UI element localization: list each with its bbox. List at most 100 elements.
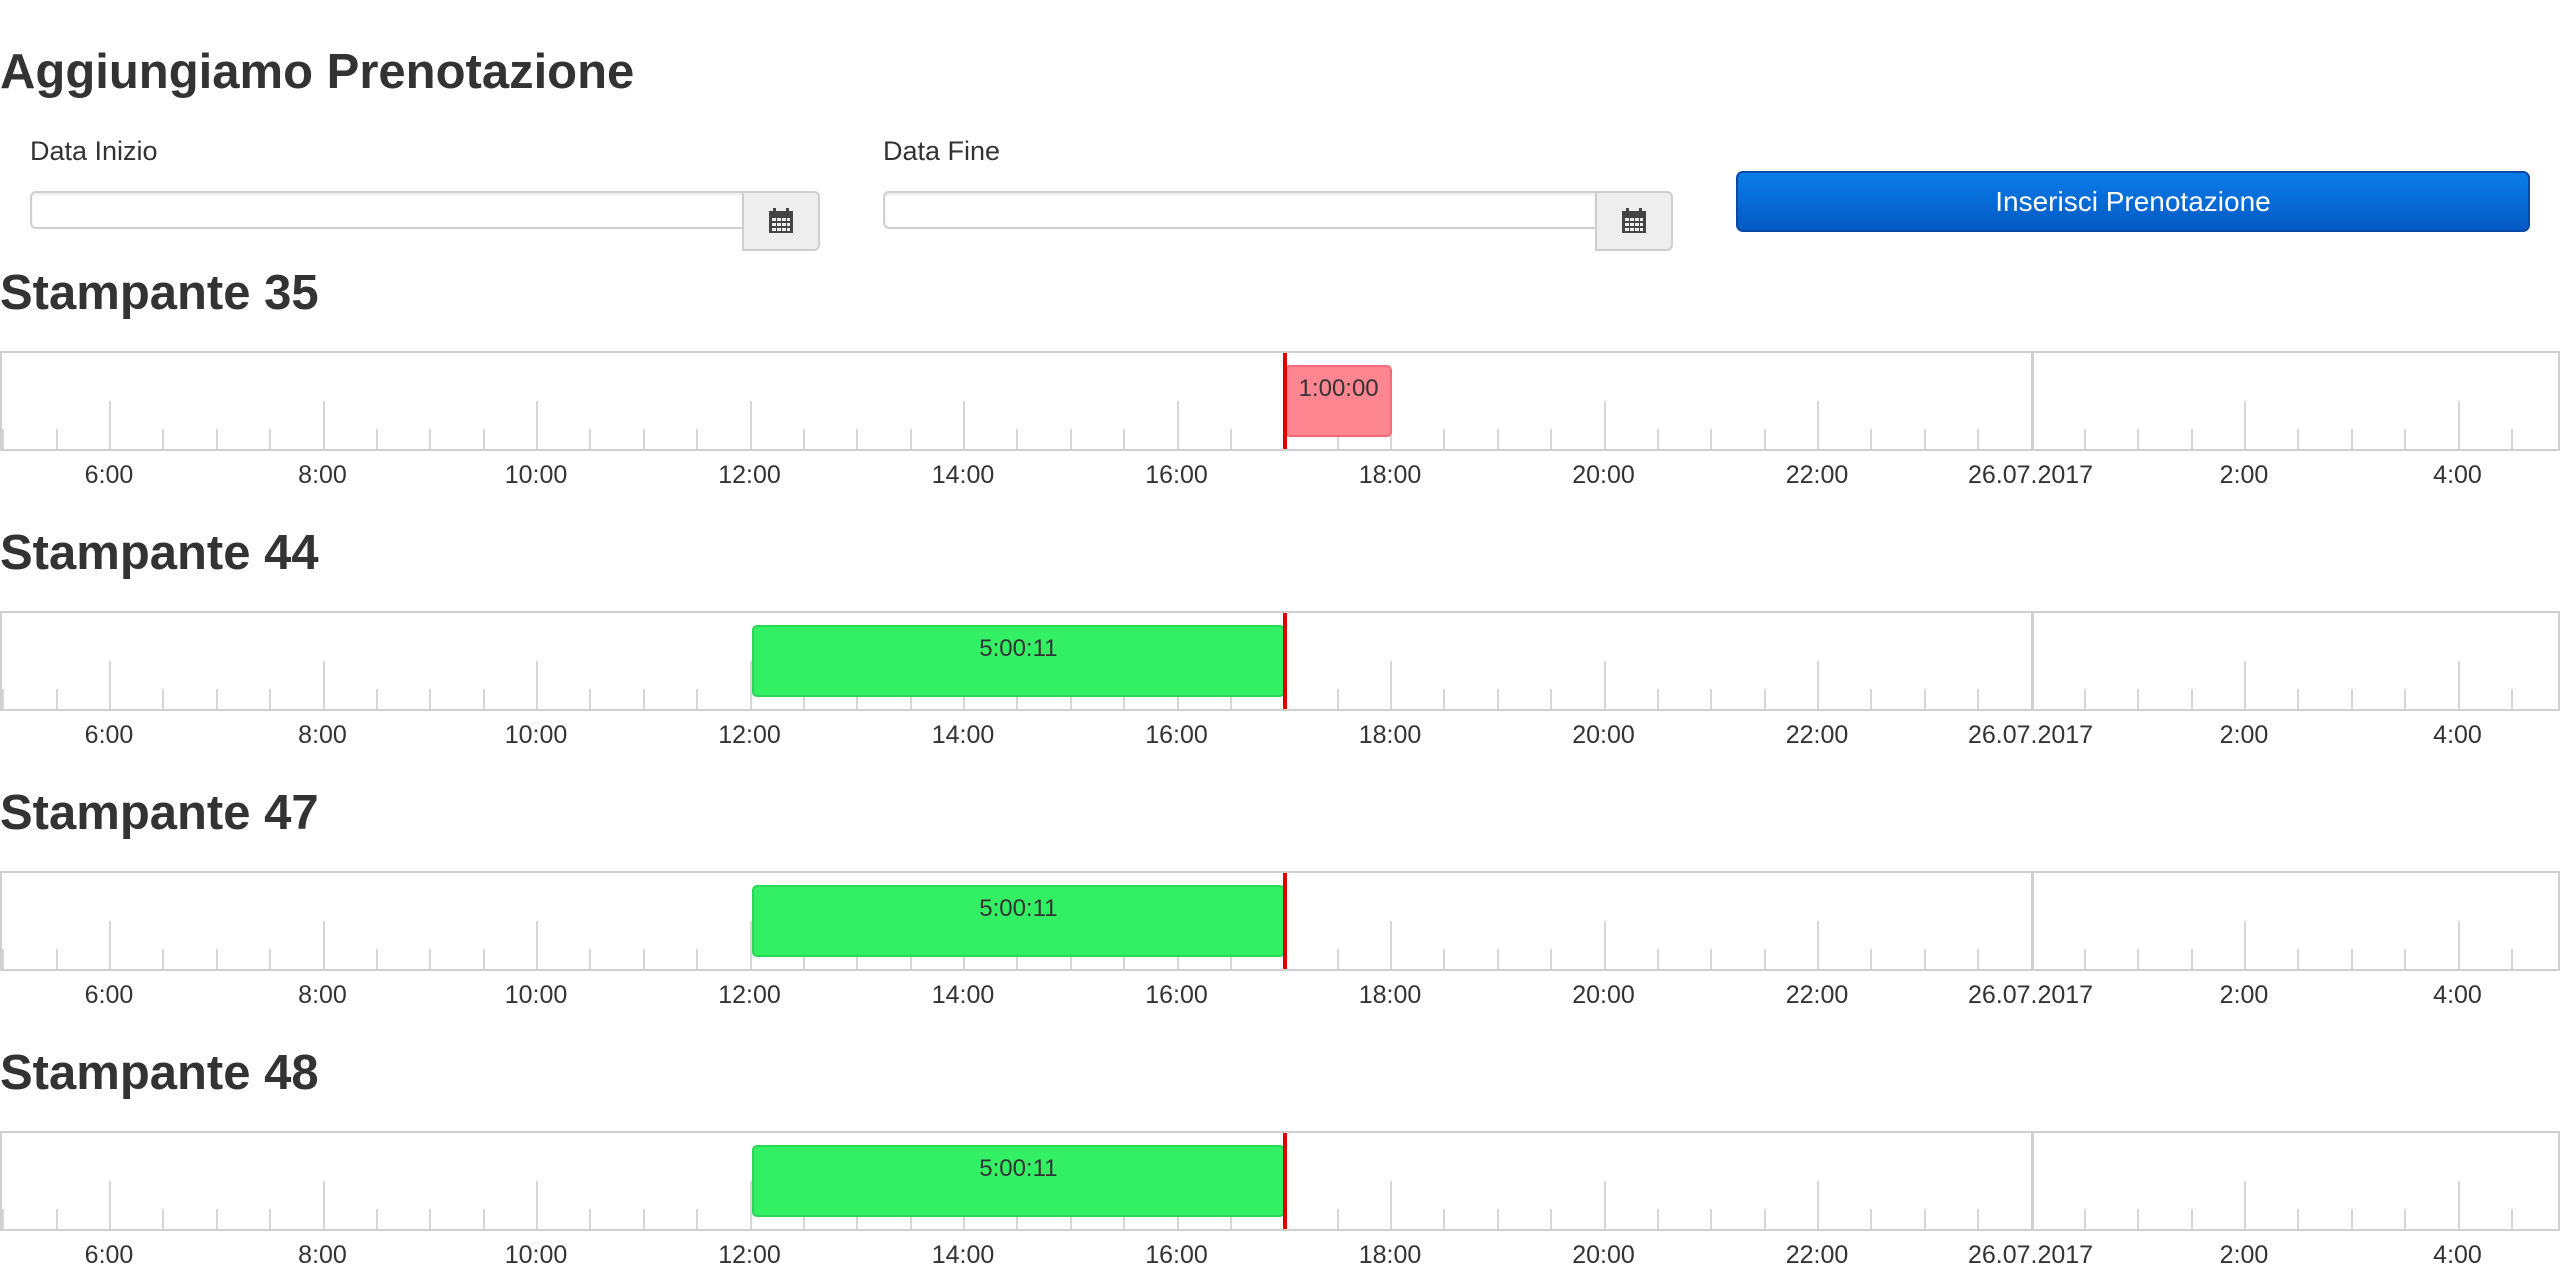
page-title: Aggiungiamo Prenotazione (0, 45, 635, 99)
axis-tick-label: 20:00 (1572, 721, 1635, 749)
major-tick (749, 401, 752, 449)
axis-tick-label: 12:00 (718, 461, 781, 489)
minor-tick (55, 1209, 58, 1229)
major-tick (322, 661, 325, 709)
axis-tick-label: 22:00 (1785, 721, 1849, 749)
axis-tick-label: 22:00 (1785, 1241, 1849, 1269)
minor-tick (2137, 429, 2140, 449)
axis-tick-label: 26.07.2017 (1967, 721, 2094, 749)
minor-tick (2, 1209, 5, 1229)
major-tick (1817, 661, 1819, 709)
axis-tick-label: 10:00 (504, 721, 568, 749)
minor-tick (1496, 949, 1499, 969)
minor-tick (1977, 949, 1980, 969)
axis-tick-label: 10:00 (504, 981, 568, 1009)
minor-tick (2510, 1209, 2513, 1229)
day-divider (2030, 353, 2034, 449)
major-tick (1603, 661, 1606, 709)
minor-tick (2137, 1209, 2140, 1229)
end-date-calendar-button[interactable] (1595, 191, 1673, 251)
minor-tick (2510, 429, 2513, 449)
axis-tick-label: 4:00 (2433, 1241, 2482, 1269)
minor-tick (2190, 689, 2193, 709)
axis-tick-label: 6:00 (84, 721, 134, 749)
major-tick (109, 401, 111, 449)
major-tick (2457, 921, 2460, 969)
time-axis: 6:00 8:00 10:00 12:00 14:00 16:00 18:00 20:00 22… (0, 458, 2560, 492)
axis-tick-label: 4:00 (2433, 981, 2482, 1009)
current-time-marker (1283, 353, 1288, 449)
start-date-input[interactable] (30, 191, 744, 229)
axis-tick-label: 8:00 (298, 1241, 347, 1269)
major-tick (536, 1181, 538, 1229)
start-date-calendar-button[interactable] (742, 191, 820, 251)
minor-tick (269, 949, 272, 969)
booking-duration: 1:00:00 (1298, 375, 1379, 402)
minor-tick (1496, 429, 1499, 449)
minor-tick (1763, 1209, 1766, 1229)
axis-tick-label: 26.07.2017 (1967, 461, 2094, 489)
axis-tick-label: 14:00 (931, 461, 995, 489)
minor-tick (482, 1209, 485, 1229)
minor-tick (1496, 1209, 1499, 1229)
minor-tick (55, 429, 58, 449)
major-tick (2244, 1181, 2246, 1229)
axis-tick-label: 16:00 (1145, 461, 1208, 489)
minor-tick (1710, 429, 1713, 449)
minor-tick (375, 1209, 378, 1229)
minor-tick (589, 429, 592, 449)
printer-timeline[interactable]: 1:00:00 (0, 351, 2560, 451)
axis-tick-label: 18:00 (1358, 461, 1422, 489)
axis-tick-label: 8:00 (298, 461, 347, 489)
major-tick (1817, 1181, 1819, 1229)
major-tick (1176, 401, 1179, 449)
printer-timeline[interactable]: 5:00:11 (0, 1131, 2560, 1231)
axis-tick-label: 20:00 (1572, 981, 1635, 1009)
booking-duration: 5:00:11 (979, 1155, 1058, 1182)
booking-item[interactable]: 5:00:11 (751, 1145, 1286, 1217)
major-tick (1390, 661, 1392, 709)
minor-tick (2404, 429, 2407, 449)
calendar-icon (1622, 208, 1646, 233)
minor-tick (1870, 689, 1873, 709)
printer-timeline[interactable]: 5:00:11 (0, 871, 2560, 971)
minor-tick (1977, 429, 1980, 449)
minor-tick (2190, 949, 2193, 969)
major-tick (1390, 1181, 1392, 1229)
minor-tick (1229, 429, 1232, 449)
axis-tick-label: 8:00 (298, 981, 347, 1009)
booking-item[interactable]: 1:00:00 (1285, 365, 1392, 437)
minor-tick (1710, 689, 1713, 709)
minor-tick (429, 689, 432, 709)
major-tick (1603, 401, 1606, 449)
minor-tick (1923, 1209, 1926, 1229)
minor-tick (642, 1209, 645, 1229)
axis-tick-label: 14:00 (931, 1241, 995, 1269)
minor-tick (375, 689, 378, 709)
axis-tick-label: 20:00 (1572, 461, 1635, 489)
minor-tick (1870, 1209, 1873, 1229)
printer-timeline[interactable]: 5:00:11 (0, 611, 2560, 711)
minor-tick (2297, 689, 2300, 709)
major-tick (1390, 921, 1392, 969)
start-date-label: Data Inizio (30, 136, 158, 166)
minor-tick (482, 689, 485, 709)
minor-tick (1763, 689, 1766, 709)
end-date-input[interactable] (883, 191, 1597, 229)
axis-tick-label: 12:00 (718, 1241, 781, 1269)
minor-tick (2297, 429, 2300, 449)
major-tick (536, 921, 538, 969)
axis-tick-label: 16:00 (1145, 1241, 1208, 1269)
minor-tick (429, 429, 432, 449)
booking-item[interactable]: 5:00:11 (751, 885, 1286, 957)
insert-booking-button[interactable]: Inserisci Prenotazione (1736, 171, 2530, 232)
minor-tick (2350, 949, 2353, 969)
booking-item[interactable]: 5:00:11 (751, 625, 1286, 697)
minor-tick (1443, 689, 1446, 709)
minor-tick (1443, 429, 1446, 449)
day-divider (2030, 613, 2034, 709)
axis-tick-label: 2:00 (2219, 721, 2269, 749)
minor-tick (429, 1209, 432, 1229)
minor-tick (1069, 429, 1072, 449)
printer-title: Stampante 47 (0, 786, 319, 840)
